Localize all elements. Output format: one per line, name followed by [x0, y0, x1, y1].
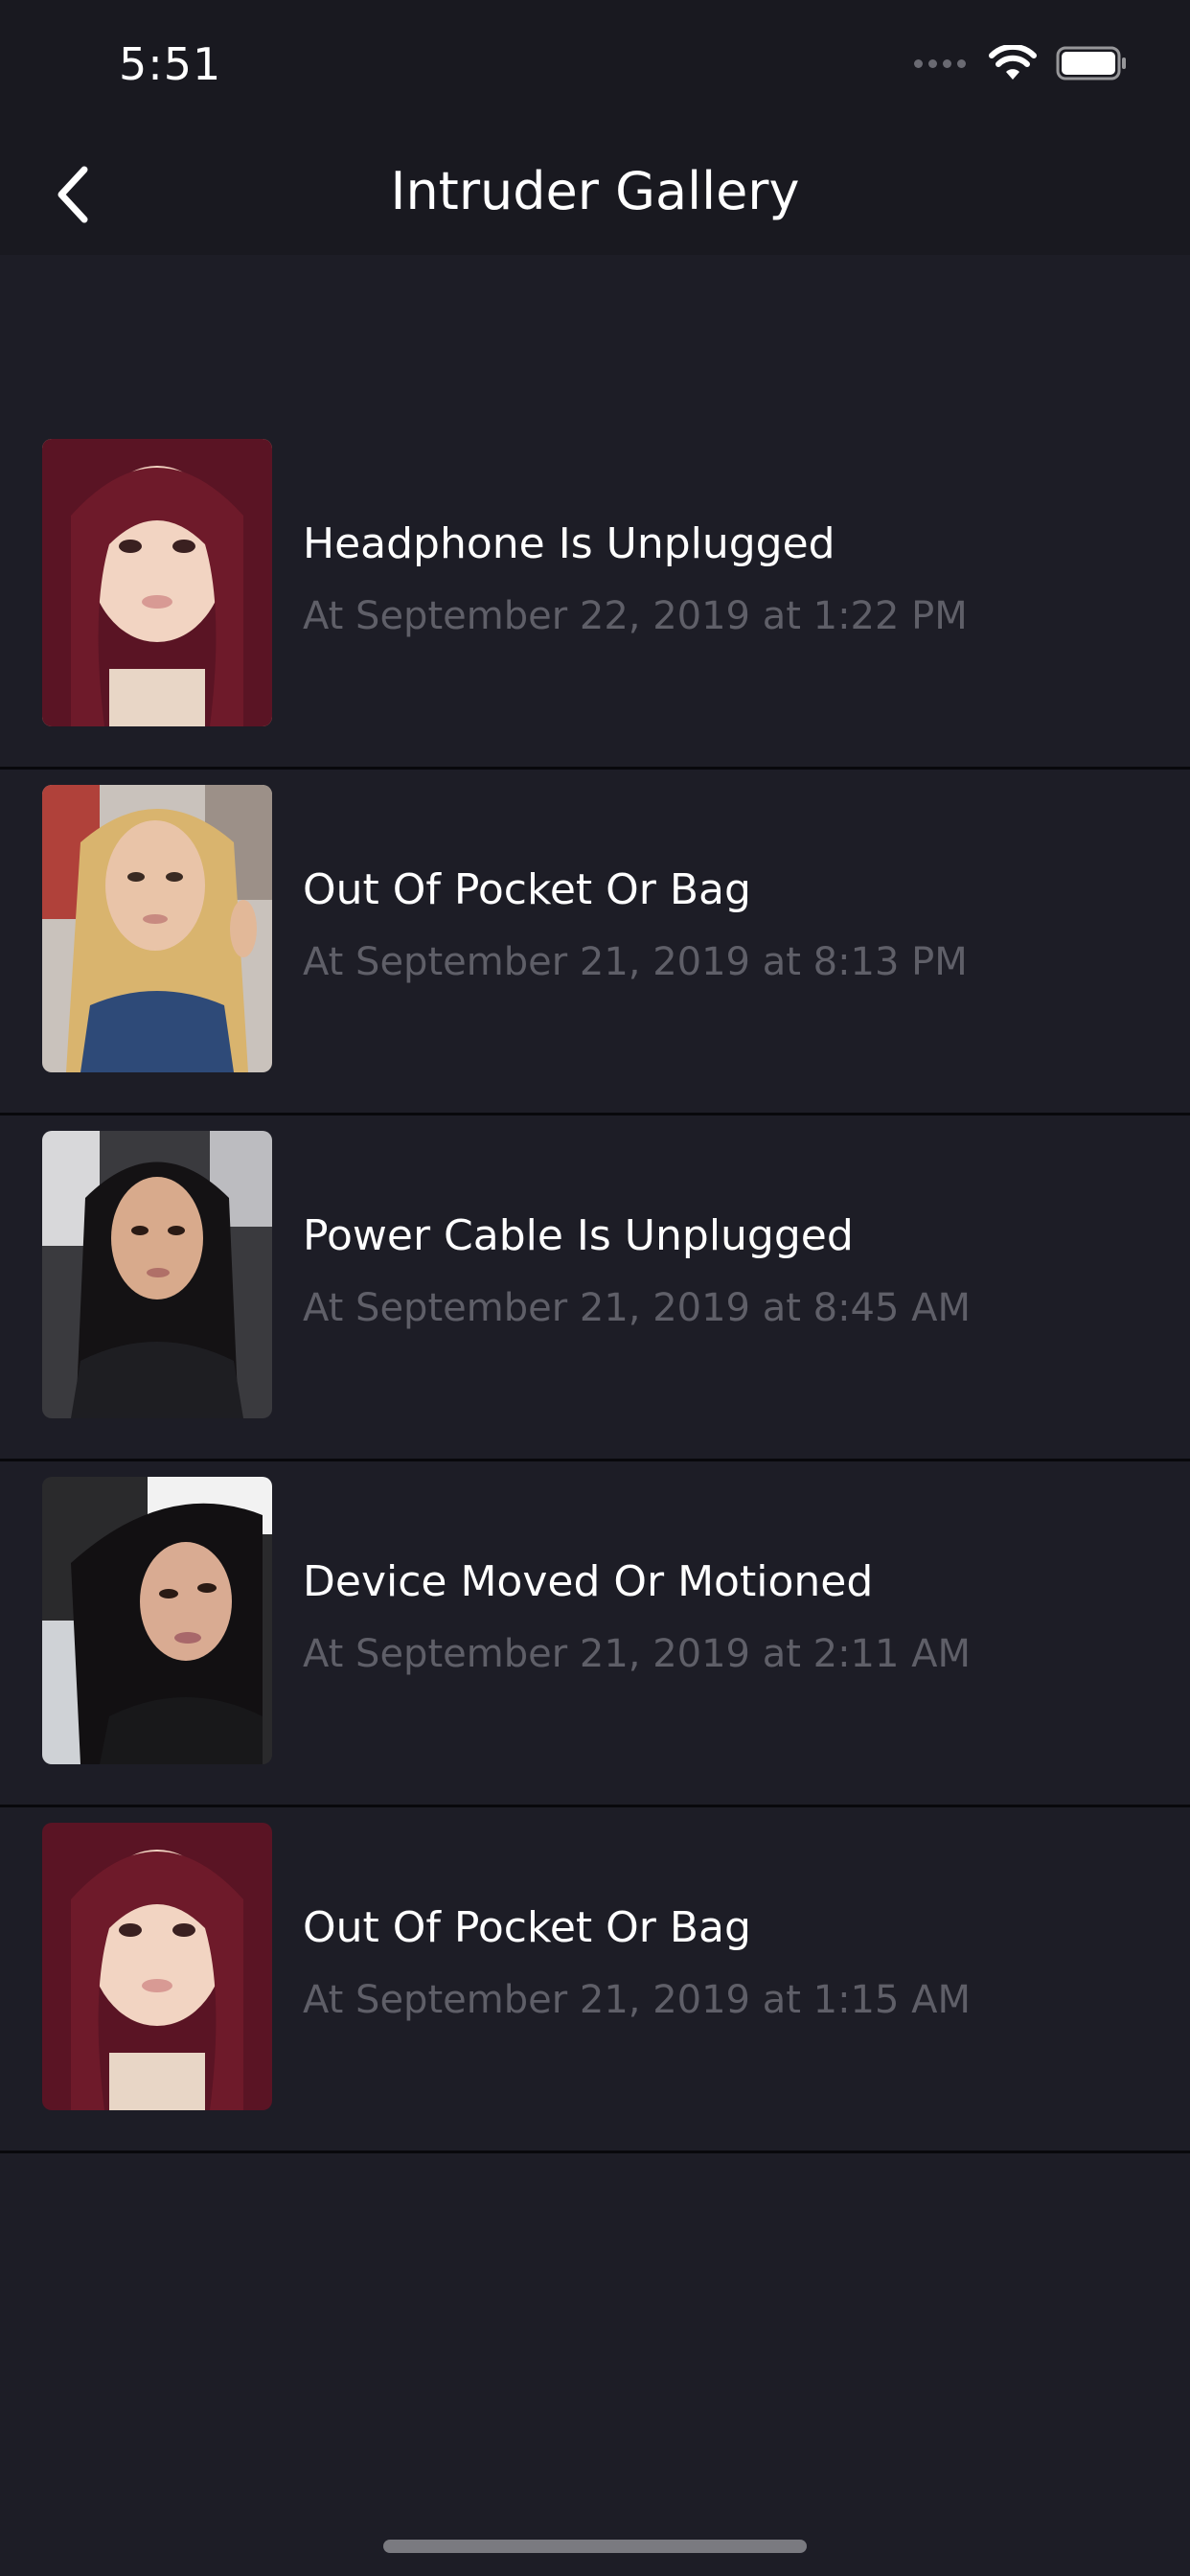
intruder-photo	[42, 439, 272, 726]
battery-icon	[1056, 46, 1126, 80]
list-item[interactable]: Power Cable Is Unplugged At September 21…	[0, 1116, 1190, 1461]
list-item[interactable]: Device Moved Or Motioned At September 21…	[0, 1461, 1190, 1807]
intruder-photo	[42, 1131, 272, 1418]
status-bar: 5:51	[0, 0, 1190, 134]
item-title: Out Of Pocket Or Bag	[303, 1903, 751, 1952]
wifi-icon	[989, 45, 1037, 80]
list-item[interactable]: Headphone Is Unplugged At September 22, …	[0, 424, 1190, 770]
home-indicator[interactable]	[383, 2540, 807, 2553]
status-icons	[914, 44, 1129, 82]
intruder-photo	[42, 785, 272, 1072]
list-item[interactable]: Out Of Pocket Or Bag At September 21, 20…	[0, 770, 1190, 1116]
item-date: At September 21, 2019 at 8:13 PM	[303, 940, 968, 984]
item-title: Device Moved Or Motioned	[303, 1557, 874, 1606]
status-time: 5:51	[119, 38, 222, 90]
item-date: At September 21, 2019 at 2:11 AM	[303, 1632, 972, 1676]
item-title: Out Of Pocket Or Bag	[303, 865, 751, 914]
list-item[interactable]: Out Of Pocket Or Bag At September 21, 20…	[0, 1807, 1190, 2153]
signal-dots-icon	[914, 58, 966, 68]
item-title: Headphone Is Unplugged	[303, 519, 835, 568]
item-date: At September 21, 2019 at 8:45 AM	[303, 1286, 972, 1330]
item-title: Power Cable Is Unplugged	[303, 1211, 854, 1260]
page-title: Intruder Gallery	[390, 161, 800, 221]
intruder-photo	[42, 1823, 272, 2110]
item-date: At September 21, 2019 at 1:15 AM	[303, 1978, 972, 2022]
item-date: At September 22, 2019 at 1:22 PM	[303, 594, 968, 638]
intruder-photo	[42, 1477, 272, 1764]
navigation-bar: Intruder Gallery	[0, 134, 1190, 255]
intruder-list: Headphone Is Unplugged At September 22, …	[0, 424, 1190, 2153]
